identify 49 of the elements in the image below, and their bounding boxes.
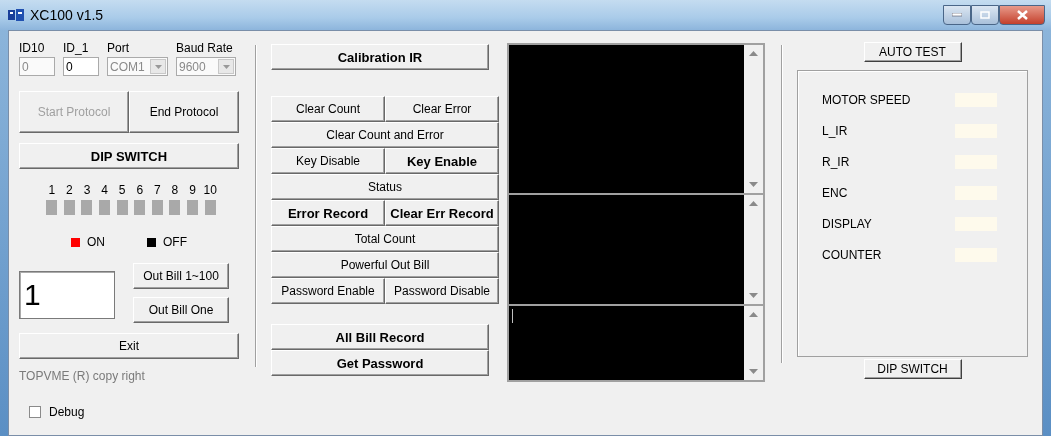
out-bill-button[interactable]: Out Bill One — [133, 297, 229, 323]
test-label: MOTOR SPEED — [822, 93, 912, 107]
command-button[interactable]: Key Disable — [271, 148, 385, 174]
command-button[interactable]: Powerful Out Bill — [271, 252, 499, 278]
calibration-button[interactable]: Calibration IR — [271, 44, 489, 70]
dip-switch-button[interactable]: DIP SWITCH — [863, 359, 962, 379]
command-button[interactable]: Status — [271, 174, 499, 200]
field-label: Port — [107, 41, 130, 55]
bill-count-field[interactable]: 1 — [19, 271, 115, 319]
legend-label: OFF — [163, 235, 187, 249]
switch-number: 4 — [101, 183, 108, 197]
out-bill-button[interactable]: Out Bill 1~100 — [133, 263, 229, 289]
field-label: ID_1 — [63, 41, 90, 55]
command-button[interactable]: Password Enable — [271, 278, 385, 304]
test-label: DISPLAY — [822, 217, 873, 231]
test-label: R_IR — [822, 155, 851, 169]
command-button[interactable]: Total Count — [271, 226, 499, 252]
protocol-button[interactable]: End Protocol — [129, 91, 239, 133]
switch-number: 8 — [171, 183, 179, 197]
record-button[interactable]: Get Password — [271, 350, 489, 376]
command-button[interactable]: Error Record — [271, 200, 385, 226]
switch-number: 3 — [83, 183, 91, 197]
checkbox-label: Debug — [49, 405, 85, 419]
field-label: ID10 — [19, 41, 46, 55]
test-label: L_IR — [822, 124, 849, 138]
record-button[interactable]: All Bill Record — [271, 324, 489, 350]
legend-label: ON — [87, 235, 105, 249]
exit-button[interactable]: Exit — [19, 333, 239, 359]
test-label: ENC — [822, 186, 849, 200]
switch-number: 1 — [48, 183, 56, 197]
command-button[interactable]: Clear Count and Error — [271, 122, 499, 148]
dip-switch-button[interactable]: DIP SWITCH — [19, 143, 239, 169]
switch-number: 7 — [154, 183, 161, 197]
command-button[interactable]: Clear Error — [385, 96, 499, 122]
input-field[interactable]: 0 — [63, 57, 99, 76]
switch-number: 10 — [203, 183, 217, 197]
switch-number: 2 — [66, 183, 73, 197]
command-button[interactable]: Clear Count — [271, 96, 385, 122]
command-button[interactable]: Password Disable — [385, 278, 499, 304]
command-button[interactable]: Key Enable — [385, 148, 499, 174]
field-label: Baud Rate — [176, 41, 234, 55]
test-label: COUNTER — [822, 248, 883, 262]
switch-number: 6 — [136, 183, 144, 197]
switch-number: 9 — [189, 183, 196, 197]
window-title: XC100 v1.5 — [30, 7, 105, 23]
command-button[interactable]: Clear Err Record — [385, 200, 499, 226]
switch-number: 5 — [118, 183, 126, 197]
copyright-text: TOPVME (R) copy right — [19, 369, 146, 383]
auto-test-button[interactable]: AUTO TEST — [863, 42, 962, 62]
